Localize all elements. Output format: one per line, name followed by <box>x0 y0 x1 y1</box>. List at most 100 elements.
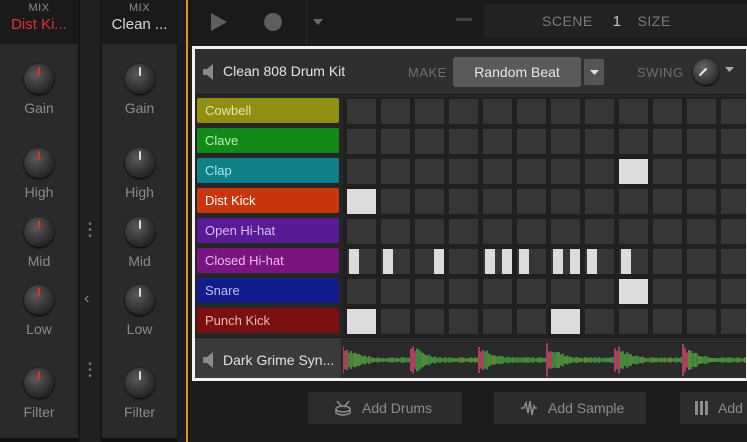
minus-icon[interactable] <box>456 18 472 21</box>
step-cell[interactable] <box>415 279 444 304</box>
step-cell[interactable] <box>347 219 376 244</box>
short-note[interactable] <box>502 249 512 274</box>
drag-handle-icon[interactable]: • • • <box>87 220 93 242</box>
drum-row-label[interactable]: Open Hi-hat <box>197 218 339 243</box>
short-note[interactable] <box>383 249 393 274</box>
step-cell[interactable] <box>449 219 478 244</box>
step-cell[interactable] <box>381 219 410 244</box>
step-cell[interactable] <box>585 189 614 214</box>
random-beat-button[interactable]: Random Beat <box>453 57 581 87</box>
step-cell[interactable] <box>653 189 682 214</box>
step-cell[interactable] <box>347 309 376 334</box>
short-note[interactable] <box>349 249 359 274</box>
step-cell[interactable] <box>653 159 682 184</box>
step-cell[interactable] <box>347 279 376 304</box>
step-cell[interactable] <box>517 279 546 304</box>
swing-dropdown[interactable] <box>725 64 734 74</box>
step-cell[interactable] <box>619 279 648 304</box>
step-cell[interactable] <box>517 159 546 184</box>
add-drums-button[interactable]: Add Drums <box>308 392 462 424</box>
step-cell[interactable] <box>347 189 376 214</box>
step-cell[interactable] <box>347 129 376 154</box>
step-cell[interactable] <box>551 189 580 214</box>
step-cell[interactable] <box>687 129 716 154</box>
step-cell[interactable] <box>517 219 546 244</box>
step-cell[interactable] <box>721 249 746 274</box>
step-cell[interactable] <box>449 129 478 154</box>
drum-row-label[interactable]: Snare <box>197 278 339 303</box>
step-cell[interactable] <box>721 219 746 244</box>
step-cell[interactable] <box>517 129 546 154</box>
drum-row-label[interactable]: Clap <box>197 158 339 183</box>
add-instrument-button[interactable]: Add <box>680 392 747 424</box>
mid-knob[interactable] <box>24 217 54 247</box>
step-cell[interactable] <box>415 309 444 334</box>
step-cell[interactable] <box>381 129 410 154</box>
step-cell[interactable] <box>653 309 682 334</box>
low-knob[interactable] <box>24 285 54 315</box>
step-cell[interactable] <box>381 99 410 124</box>
high-knob[interactable] <box>24 148 54 178</box>
step-cell[interactable] <box>619 219 648 244</box>
add-sample-button[interactable]: Add Sample <box>494 392 646 424</box>
gain-knob[interactable] <box>124 64 155 94</box>
step-cell[interactable] <box>619 129 648 154</box>
step-cell[interactable] <box>483 129 512 154</box>
random-beat-dropdown[interactable] <box>584 59 604 85</box>
step-cell[interactable] <box>449 159 478 184</box>
step-cell[interactable] <box>653 279 682 304</box>
record-button[interactable] <box>256 0 290 44</box>
step-cell[interactable] <box>517 99 546 124</box>
short-note[interactable] <box>434 249 444 274</box>
filter-knob[interactable] <box>124 368 155 398</box>
step-cell[interactable] <box>449 99 478 124</box>
step-cell[interactable] <box>585 159 614 184</box>
step-cell[interactable] <box>721 189 746 214</box>
step-cell[interactable] <box>619 159 648 184</box>
short-note[interactable] <box>553 249 563 274</box>
step-cell[interactable] <box>449 279 478 304</box>
play-button[interactable] <box>202 0 236 44</box>
step-cell[interactable] <box>585 219 614 244</box>
step-cell[interactable] <box>585 309 614 334</box>
waveform-display[interactable] <box>343 340 747 380</box>
step-cell[interactable] <box>653 219 682 244</box>
step-cell[interactable] <box>687 99 716 124</box>
step-cell[interactable] <box>551 309 580 334</box>
high-knob[interactable] <box>124 148 155 178</box>
step-cell[interactable] <box>653 99 682 124</box>
step-cell[interactable] <box>415 129 444 154</box>
step-cell[interactable] <box>687 249 716 274</box>
step-cell[interactable] <box>483 99 512 124</box>
step-cell[interactable] <box>449 249 478 274</box>
step-cell[interactable] <box>415 219 444 244</box>
step-cell[interactable] <box>381 309 410 334</box>
strip-header[interactable]: MIX Dist Ki... <box>0 0 78 44</box>
drum-row-label[interactable]: Dist Kick <box>197 188 339 213</box>
step-cell[interactable] <box>517 309 546 334</box>
step-cell[interactable] <box>653 129 682 154</box>
short-note[interactable] <box>485 249 495 274</box>
synth-track-label[interactable]: Dark Grime Syn... <box>195 338 341 378</box>
step-cell[interactable] <box>483 159 512 184</box>
step-cell[interactable] <box>483 309 512 334</box>
step-cell[interactable] <box>551 129 580 154</box>
step-cell[interactable] <box>721 129 746 154</box>
drum-row-label[interactable]: Clave <box>197 128 339 153</box>
short-note[interactable] <box>587 249 597 274</box>
mid-knob[interactable] <box>124 217 155 247</box>
step-cell[interactable] <box>551 279 580 304</box>
step-cell[interactable] <box>619 309 648 334</box>
step-cell[interactable] <box>449 189 478 214</box>
drag-handle-icon[interactable]: • • • <box>87 360 93 382</box>
step-cell[interactable] <box>551 219 580 244</box>
step-cell[interactable] <box>483 189 512 214</box>
step-cell[interactable] <box>381 279 410 304</box>
step-cell[interactable] <box>381 189 410 214</box>
step-cell[interactable] <box>687 159 716 184</box>
step-cell[interactable] <box>721 99 746 124</box>
step-cell[interactable] <box>347 159 376 184</box>
transport-dropdown-button[interactable] <box>306 0 328 44</box>
step-cell[interactable] <box>585 99 614 124</box>
step-cell[interactable] <box>585 279 614 304</box>
